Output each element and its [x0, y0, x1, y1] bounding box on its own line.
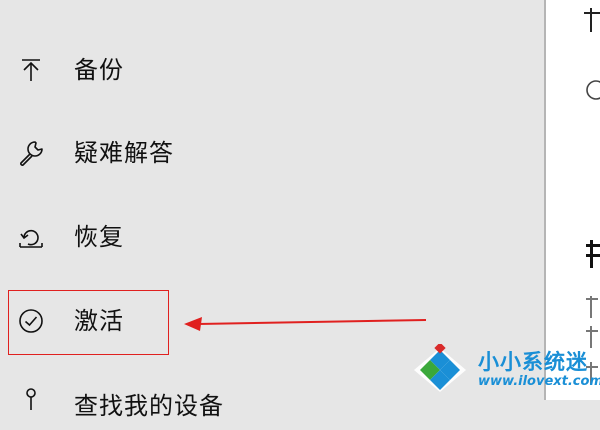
sidebar-item-label: 恢复: [74, 223, 124, 251]
annotation-arrow: [184, 317, 427, 331]
watermark-title: 小小系统迷: [478, 350, 588, 374]
sidebar-item-label: 备份: [74, 56, 124, 84]
sidebar-item-label: 疑难解答: [74, 139, 174, 167]
recovery-icon: [18, 224, 44, 250]
watermark-logo-icon: [414, 344, 466, 392]
location-pin-icon: [18, 384, 44, 410]
clipped-heading-fragment: [586, 240, 600, 268]
clipped-text-fragment: [584, 8, 600, 32]
backup-arrow-up-icon: [18, 57, 44, 83]
site-watermark: 小小系统迷 www.ilovext.com: [410, 340, 600, 400]
clipped-radio-fragment: [586, 80, 600, 100]
sidebar-item-backup[interactable]: 备份: [0, 40, 544, 100]
sidebar-item-recovery[interactable]: 恢复: [0, 207, 544, 267]
watermark-url: www.ilovext.com: [478, 374, 600, 389]
annotation-highlight-box: [8, 290, 169, 355]
wrench-icon: [18, 140, 44, 166]
sidebar-item-label: 查找我的设备: [74, 392, 224, 420]
sidebar-item-troubleshoot[interactable]: 疑难解答: [0, 123, 544, 183]
